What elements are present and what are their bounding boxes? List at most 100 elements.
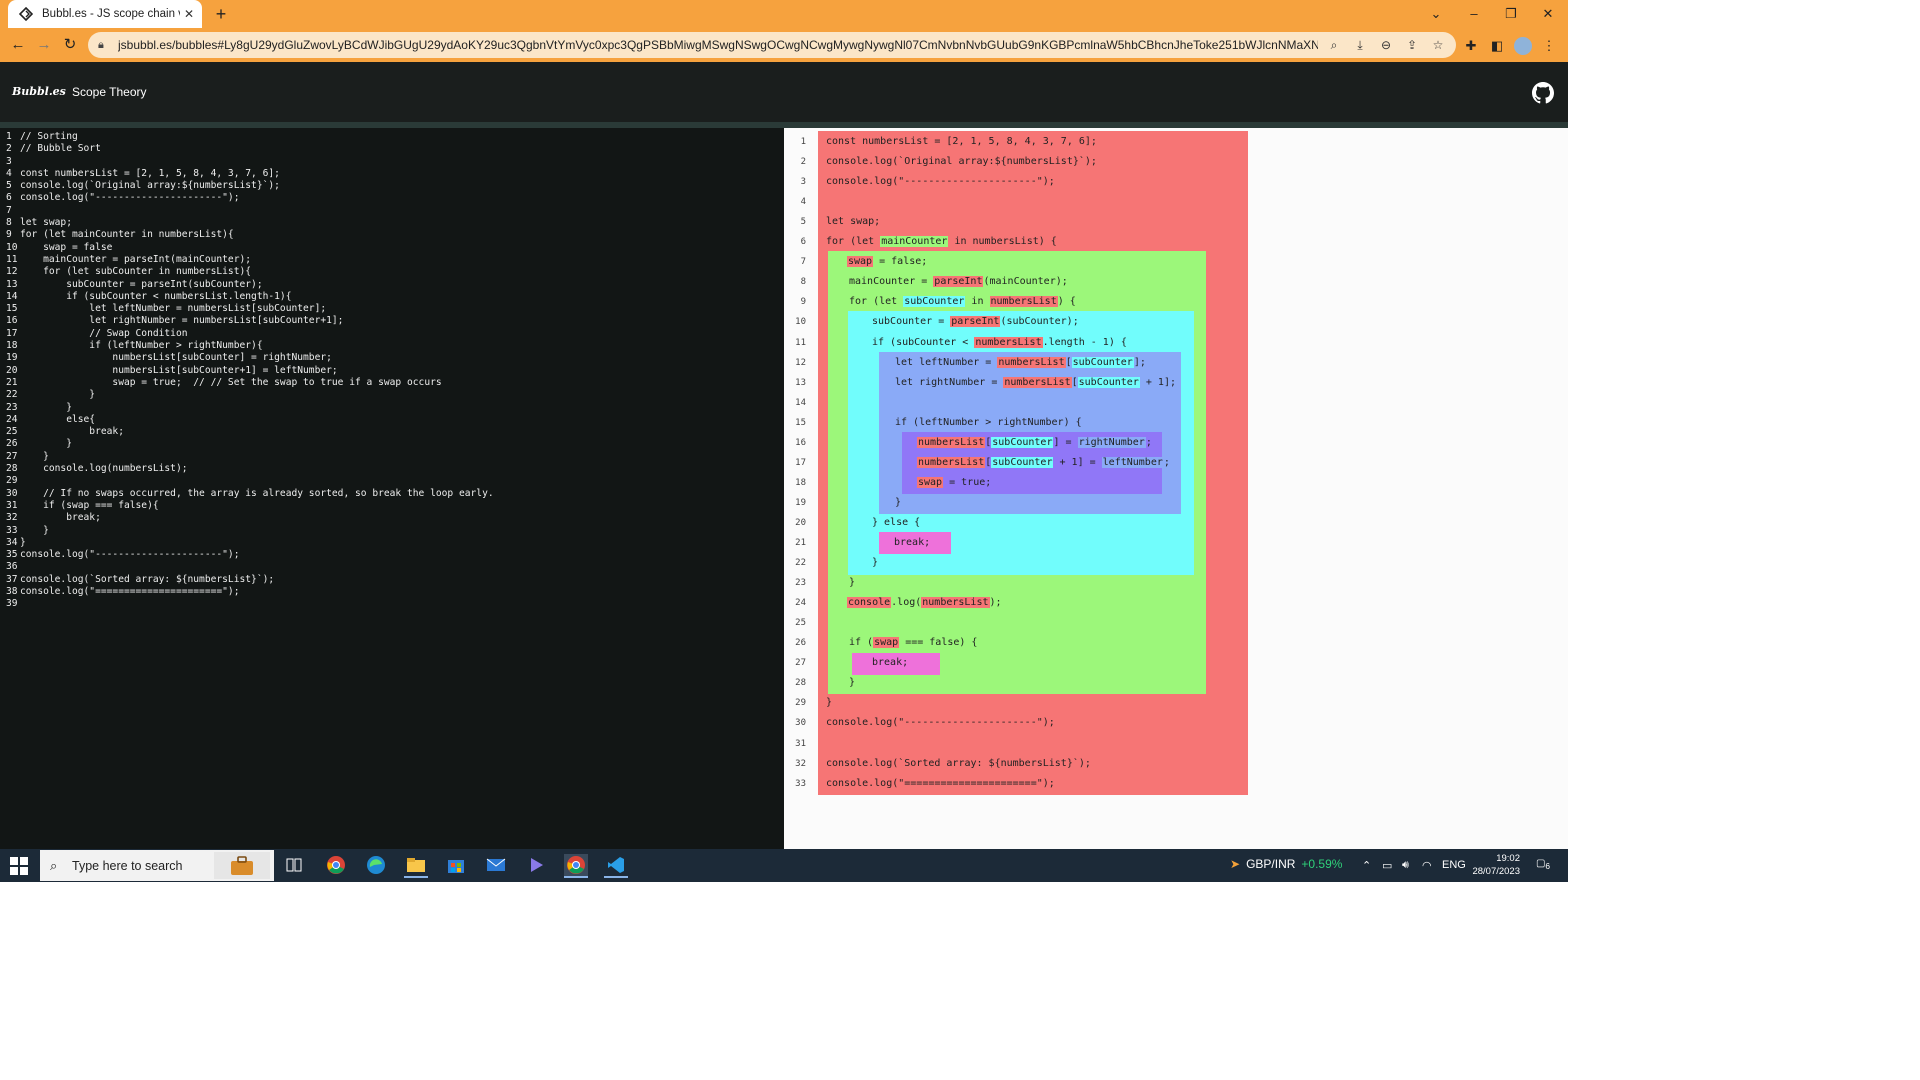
fx-pair: GBP/INR: [1246, 857, 1296, 871]
code-line[interactable]: 23 }: [6, 402, 494, 414]
code-line[interactable]: 2 // Bubble Sort: [6, 143, 494, 155]
code-line[interactable]: 39: [6, 598, 494, 610]
tray-chevron-icon[interactable]: ⌃: [1362, 859, 1371, 872]
code-line[interactable]: 19 numbersList[subCounter] = rightNumber…: [6, 352, 494, 364]
code-line[interactable]: 5 console.log(`Original array:${numbersLi…: [6, 180, 494, 192]
battery-icon[interactable]: ▭: [1382, 859, 1392, 872]
scope-theory-link[interactable]: Scope Theory: [72, 85, 147, 99]
line-number: 36: [6, 561, 18, 573]
taskbar-search-input[interactable]: ⌕ Type here to search: [40, 850, 274, 881]
code-line[interactable]: 28 console.log(numbersList);: [6, 463, 494, 475]
code-line[interactable]: 3: [6, 156, 494, 168]
stock-widget[interactable]: ➤ GBP/INR +0.59%: [1230, 857, 1342, 871]
scope-identifier-highlight: parseInt: [933, 276, 984, 287]
address-bar[interactable]: 🔒︎ jsbubbl.es/bubbles#Ly8gU29ydGluZwovLy…: [88, 32, 1456, 58]
code-line[interactable]: 1 // Sorting: [6, 131, 494, 143]
code-line[interactable]: 13 subCounter = parseInt(subCounter);: [6, 279, 494, 291]
code-line[interactable]: 25 break;: [6, 426, 494, 438]
chrome-active-icon[interactable]: [564, 854, 588, 878]
code-line[interactable]: 14 if (subCounter < numbersList.length-1…: [6, 291, 494, 303]
app-logo[interactable]: Bubbl.es: [12, 85, 66, 98]
close-tab-icon[interactable]: ✕: [184, 7, 194, 21]
code-line[interactable]: 9 for (let mainCounter in numbersList){: [6, 229, 494, 241]
scope-identifier-highlight: numbersList: [997, 357, 1066, 368]
microsoft-store-icon[interactable]: [444, 854, 468, 876]
code-line[interactable]: 34}: [6, 537, 494, 549]
forward-icon[interactable]: →: [34, 35, 54, 55]
code-line[interactable]: 8 let swap;: [6, 217, 494, 229]
code-editor[interactable]: 1 // Sorting 2 // Bubble Sort 3 4 const number…: [0, 128, 784, 850]
code-line[interactable]: 36: [6, 561, 494, 573]
code-line[interactable]: 6 console.log("----------------------");: [6, 192, 494, 204]
extensions-icon[interactable]: ✚: [1462, 37, 1480, 55]
code-line[interactable]: 15 let leftNumber = numbersList[subCount…: [6, 303, 494, 315]
viz-code-line: } else {: [872, 513, 920, 533]
edge-icon[interactable]: [364, 854, 388, 876]
code-line[interactable]: 30 // If no swaps occurred, the array is…: [6, 488, 494, 500]
file-explorer-icon[interactable]: [404, 854, 428, 878]
line-number: 29: [6, 475, 18, 487]
code-token: if (leftNumber > rightNumber) {: [895, 417, 1082, 428]
scope-identifier-highlight: subCounter: [1077, 377, 1140, 388]
system-clock[interactable]: 19:02 28/07/2023: [1472, 852, 1520, 878]
share-icon[interactable]: ⇪: [1404, 37, 1420, 53]
code-token: for (let: [826, 236, 881, 247]
task-view-icon[interactable]: [282, 854, 306, 876]
scope-identifier-highlight: numbersList: [989, 296, 1058, 307]
code-line[interactable]: 33 }: [6, 525, 494, 537]
chrome-icon[interactable]: [324, 854, 348, 876]
viz-line-number: 4: [800, 197, 806, 207]
viz-line-number: 23: [795, 578, 806, 588]
menu-kebab-icon[interactable]: ⋮: [1540, 37, 1558, 55]
code-line[interactable]: 7: [6, 205, 494, 217]
github-icon[interactable]: [1532, 82, 1554, 104]
search-icon[interactable]: ⌕: [1326, 37, 1342, 53]
volume-icon[interactable]: 🔊︎: [1402, 859, 1409, 872]
code-line[interactable]: 22 }: [6, 389, 494, 401]
code-line[interactable]: 35 console.log("----------------------");: [6, 549, 494, 561]
code-line[interactable]: 18 if (leftNumber > rightNumber){: [6, 340, 494, 352]
profile-avatar[interactable]: [1514, 37, 1532, 55]
code-line[interactable]: 31 if (swap === false){: [6, 500, 494, 512]
wifi-icon[interactable]: ◠: [1422, 859, 1432, 872]
code-line[interactable]: 11 mainCounter = parseInt(mainCounter);: [6, 254, 494, 266]
reload-icon[interactable]: ↻: [60, 35, 80, 55]
code-line[interactable]: 4 const numbersList = [2, 1, 5, 8, 4, 3, …: [6, 168, 494, 180]
vscode-icon[interactable]: [604, 854, 628, 878]
code-token: break;: [872, 657, 909, 668]
minimize-icon[interactable]: –: [1462, 3, 1486, 25]
code-token: if (: [849, 637, 874, 648]
window-close-icon[interactable]: ✕: [1536, 3, 1560, 25]
bookmark-star-icon[interactable]: ☆: [1430, 37, 1446, 53]
code-line[interactable]: 17 // Swap Condition: [6, 328, 494, 340]
back-icon[interactable]: ←: [8, 35, 28, 55]
code-line[interactable]: 29: [6, 475, 494, 487]
language-indicator[interactable]: ENG: [1442, 859, 1466, 871]
code-line[interactable]: 16 let rightNumber = numbersList[subCoun…: [6, 315, 494, 327]
code-line[interactable]: 27 }: [6, 451, 494, 463]
code-line[interactable]: 26 }: [6, 438, 494, 450]
code-line[interactable]: 24 else{: [6, 414, 494, 426]
code-text: // Swap Condition: [20, 327, 188, 339]
zoom-icon[interactable]: ⊖: [1378, 37, 1394, 53]
restore-icon[interactable]: ❐: [1499, 3, 1523, 25]
viz-line-number: 1: [800, 137, 806, 147]
new-tab-icon[interactable]: +: [212, 4, 230, 24]
viz-line-number: 10: [795, 317, 806, 327]
code-line[interactable]: 32 break;: [6, 512, 494, 524]
code-line[interactable]: 20 numbersList[subCounter+1] = leftNumbe…: [6, 365, 494, 377]
browser-tab[interactable]: Bubbl.es - JS scope chain visualiz ✕: [8, 0, 202, 28]
scope-identifier-highlight: console: [847, 597, 892, 608]
side-panel-icon[interactable]: ◧: [1488, 37, 1506, 55]
code-line[interactable]: 37 console.log(`Sorted array: ${numbersLi…: [6, 574, 494, 586]
code-line[interactable]: 12 for (let subCounter in numbersList){: [6, 266, 494, 278]
windows-start-icon[interactable]: [10, 857, 28, 875]
media-player-icon[interactable]: [524, 854, 548, 876]
code-line[interactable]: 10 swap = false: [6, 242, 494, 254]
code-line[interactable]: 21 swap = true; // // Set the swap to tr…: [6, 377, 494, 389]
tab-search-chevron-icon[interactable]: ⌄: [1424, 3, 1448, 25]
mail-icon[interactable]: [484, 854, 508, 876]
notifications-icon[interactable]: ▢6: [1534, 858, 1552, 874]
code-line[interactable]: 38 console.log("======================");: [6, 586, 494, 598]
install-icon[interactable]: ⤓: [1352, 37, 1368, 53]
